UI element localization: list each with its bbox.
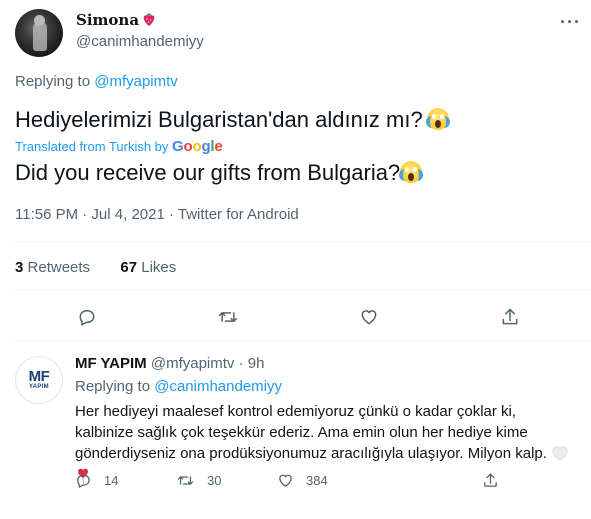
reply-retweet-action[interactable]: 30 bbox=[176, 472, 221, 489]
tweet-timestamp[interactable]: 11:56 PM · Jul 4, 2021 · Twitter for And… bbox=[15, 206, 299, 223]
divider bbox=[15, 289, 591, 290]
retweet-icon[interactable] bbox=[214, 303, 242, 331]
reply-actions: 14 30 384 bbox=[75, 472, 575, 492]
share-icon[interactable] bbox=[496, 303, 524, 331]
reply-time[interactable]: · 9h bbox=[239, 355, 265, 372]
reply-author-avatar[interactable]: MF YAPIM bbox=[15, 356, 63, 404]
author-handle[interactable]: @canimhandemiyy bbox=[76, 33, 204, 50]
replying-prefix: Replying to bbox=[15, 73, 91, 90]
avatar-figure-body bbox=[33, 21, 47, 51]
likes-count: 67 bbox=[120, 259, 138, 276]
google-logo-icon: Google bbox=[172, 138, 223, 155]
author-name-text: Simona bbox=[76, 11, 140, 29]
like-icon[interactable] bbox=[355, 303, 383, 331]
more-options-icon[interactable]: ··· bbox=[560, 12, 581, 33]
reply-icon[interactable] bbox=[73, 303, 101, 331]
mf-logo-text: MF bbox=[28, 367, 50, 385]
reply-icon bbox=[77, 474, 90, 488]
retweets-label: Retweets bbox=[27, 259, 91, 276]
divider bbox=[15, 241, 591, 242]
retweets-count: 3 bbox=[15, 259, 24, 276]
tweet-text: Hediyelerimizi Bulgaristan'dan aldınız m… bbox=[15, 106, 450, 134]
share-icon bbox=[484, 473, 497, 487]
author-name[interactable]: Simona bbox=[76, 11, 156, 31]
author-avatar[interactable] bbox=[15, 9, 63, 57]
like-icon bbox=[279, 474, 292, 487]
retweets-stat[interactable]: 3 Retweets bbox=[15, 259, 90, 276]
translated-text: Did you receive our gifts from Bulgaria? bbox=[15, 159, 424, 187]
replying-to-link[interactable]: @mfyapimtv bbox=[94, 73, 178, 90]
translated-text-content: Did you receive our gifts from Bulgaria? bbox=[15, 160, 401, 185]
mf-logo-subtext: YAPIM bbox=[29, 383, 49, 390]
replying-to: Replying to @mfyapimtv bbox=[15, 73, 178, 90]
reply-replying-to-link[interactable]: @canimhandemiyy bbox=[154, 378, 282, 395]
tweet-stats: 3 Retweets 67 Likes bbox=[15, 259, 176, 276]
reply-header: MF YAPIM @mfyapimtv · 9h bbox=[75, 355, 264, 372]
retweet-icon bbox=[177, 476, 194, 485]
reply-retweet-count: 30 bbox=[207, 473, 222, 488]
divider bbox=[15, 340, 591, 341]
likes-stat[interactable]: 67 Likes bbox=[120, 259, 176, 276]
white-heart-emoji-icon bbox=[551, 445, 569, 467]
reply-share-action[interactable] bbox=[482, 472, 499, 489]
translation-attribution[interactable]: Translated from Turkish by Google bbox=[15, 138, 223, 155]
tweet-text-content: Hediyelerimizi Bulgaristan'dan aldınız m… bbox=[15, 107, 423, 132]
reply-replying-to: Replying to @canimhandemiyy bbox=[75, 378, 282, 395]
reply-reply-action[interactable]: 14 bbox=[75, 472, 118, 489]
reply-author-name[interactable]: MF YAPIM bbox=[75, 355, 147, 372]
screaming-face-emoji-icon bbox=[425, 108, 450, 130]
reply-like-action[interactable]: 384 bbox=[277, 472, 328, 489]
reply-author-handle[interactable]: @mfyapimtv bbox=[151, 355, 235, 372]
reply-like-count: 384 bbox=[306, 473, 328, 488]
strawberry-emoji-icon bbox=[142, 12, 156, 31]
reply-text-content: Her hediyeyi maalesef kontrol edemiyoruz… bbox=[75, 403, 547, 462]
likes-label: Likes bbox=[141, 259, 177, 276]
reply-reply-count: 14 bbox=[104, 473, 119, 488]
reply-replying-prefix: Replying to bbox=[75, 378, 151, 395]
tweet-actions bbox=[0, 303, 591, 333]
translated-from-label: Translated from Turkish by bbox=[15, 139, 169, 154]
screaming-face-emoji-icon bbox=[399, 161, 424, 183]
